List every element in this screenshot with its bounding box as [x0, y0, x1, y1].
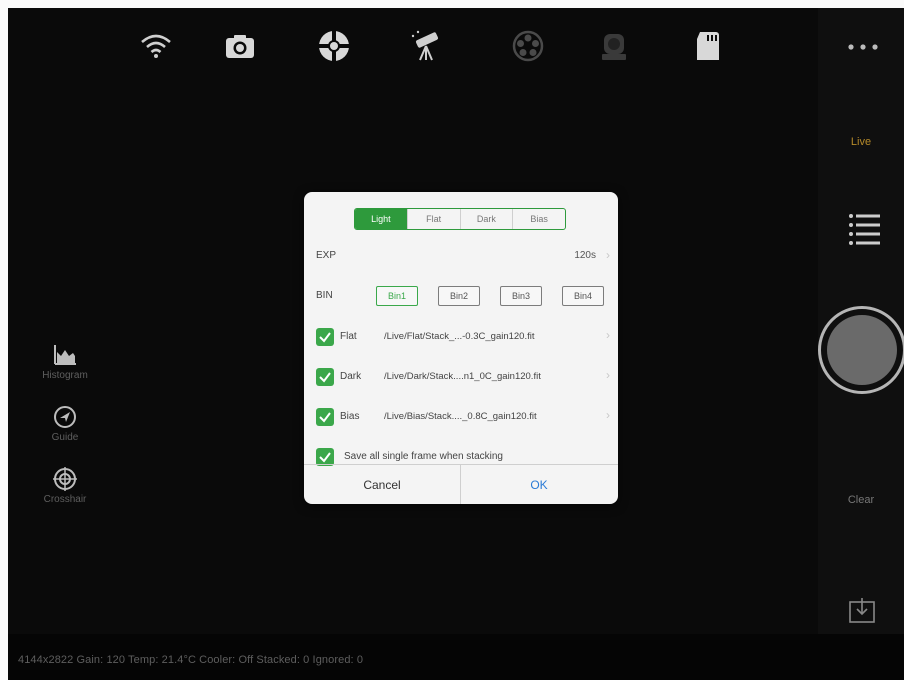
tab-dark[interactable]: Dark	[459, 209, 513, 229]
tab-flat[interactable]: Flat	[406, 209, 460, 229]
download-icon[interactable]	[848, 596, 876, 624]
bias-row[interactable]: Bias /Live/Bias/Stack...._0.8C_gain120.f…	[304, 408, 618, 426]
save-single-label: Save all single frame when stacking	[344, 451, 503, 462]
crosshair-tool[interactable]: Crosshair	[30, 466, 100, 505]
chevron-right-icon: ›	[606, 328, 610, 342]
compass-icon	[54, 406, 76, 428]
stack-settings-dialog: Light Flat Dark Bias EXP 120s › BIN Bin1…	[304, 192, 618, 504]
bin1-button[interactable]: Bin1	[376, 286, 418, 306]
bin4-button[interactable]: Bin4	[562, 286, 604, 306]
frame-type-tabs: Light Flat Dark Bias	[354, 208, 566, 230]
bin3-button[interactable]: Bin3	[500, 286, 542, 306]
bias-path: /Live/Bias/Stack...._0.8C_gain120.fit	[384, 411, 537, 422]
status-bar: 4144x2822 Gain: 120 Temp: 21.4°C Cooler:…	[8, 634, 904, 680]
chevron-right-icon: ›	[606, 368, 610, 382]
tab-bias[interactable]: Bias	[512, 209, 565, 229]
camera-status-text: 4144x2822 Gain: 120 Temp: 21.4°C Cooler:…	[18, 654, 364, 666]
guide-label: Guide	[51, 432, 79, 443]
telescope-icon[interactable]	[406, 26, 446, 66]
bin-row: BIN Bin1 Bin2 Bin3 Bin4	[304, 286, 618, 306]
histogram-label: Histogram	[42, 370, 88, 381]
exp-label: EXP	[316, 250, 337, 261]
dark-checkbox[interactable]	[316, 368, 334, 386]
crosshair-label: Crosshair	[43, 494, 87, 505]
guide-tool[interactable]: Guide	[30, 404, 100, 443]
shutter-button[interactable]	[818, 306, 904, 394]
chevron-right-icon: ›	[606, 248, 610, 262]
tab-light[interactable]: Light	[355, 209, 407, 229]
sd-card-icon[interactable]	[688, 26, 728, 66]
menu-list-icon[interactable]	[848, 212, 882, 246]
camera-screen: Histogram Guide Crosshair Live Clear Lig…	[8, 8, 904, 634]
dialog-buttons: Cancel OK	[304, 464, 618, 504]
wifi-icon[interactable]	[136, 26, 176, 66]
bias-checkbox[interactable]	[316, 408, 334, 426]
cancel-button[interactable]: Cancel	[304, 465, 461, 504]
filter-wheel-icon[interactable]	[508, 26, 548, 66]
flat-checkbox[interactable]	[316, 328, 334, 346]
dark-path: /Live/Dark/Stack....n1_0C_gain120.fit	[384, 371, 541, 382]
chevron-right-icon: ›	[606, 408, 610, 422]
bias-label: Bias	[340, 411, 360, 422]
histogram-icon	[54, 345, 76, 365]
ok-button[interactable]: OK	[461, 465, 617, 504]
bin-label: BIN	[316, 290, 333, 301]
dark-row[interactable]: Dark /Live/Dark/Stack....n1_0C_gain120.f…	[304, 368, 618, 386]
lifebuoy-icon[interactable]	[314, 26, 354, 66]
dark-label: Dark	[340, 371, 362, 382]
exp-value: 120s	[574, 250, 596, 261]
clear-button[interactable]: Clear	[818, 494, 904, 506]
histogram-tool[interactable]: Histogram	[30, 342, 100, 381]
focuser-icon[interactable]	[594, 26, 634, 66]
flat-label: Flat	[340, 331, 357, 342]
more-icon[interactable]	[846, 42, 880, 52]
bin2-button[interactable]: Bin2	[438, 286, 480, 306]
camera-icon[interactable]	[220, 26, 260, 66]
flat-row[interactable]: Flat /Live/Flat/Stack_...-0.3C_gain120.f…	[304, 328, 618, 346]
flat-path: /Live/Flat/Stack_...-0.3C_gain120.fit	[384, 331, 535, 342]
live-mode-button[interactable]: Live	[818, 136, 904, 148]
exposure-row[interactable]: EXP 120s ›	[304, 248, 618, 266]
crosshair-icon	[53, 467, 77, 491]
